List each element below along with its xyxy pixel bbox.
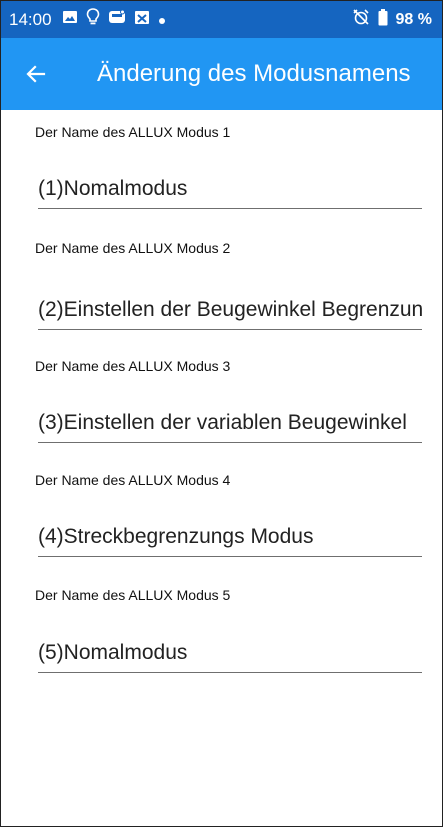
mode-1-field[interactable] — [38, 172, 422, 209]
lightbulb-icon — [86, 8, 100, 31]
mode-5-label: Der Name des ALLUX Modus 5 — [35, 587, 231, 603]
mode-3-field[interactable] — [38, 406, 422, 443]
mode-1-input[interactable] — [38, 172, 422, 206]
alarm-off-icon — [352, 8, 370, 31]
mode-4-input[interactable] — [38, 520, 422, 554]
mode-1-label: Der Name des ALLUX Modus 1 — [35, 124, 231, 140]
battery-icon — [378, 8, 388, 31]
mode-4-field[interactable] — [38, 520, 422, 557]
dot-icon — [158, 10, 166, 30]
mode-4-label: Der Name des ALLUX Modus 4 — [35, 472, 231, 488]
mode-5-input[interactable] — [38, 636, 422, 670]
calendar-icon — [134, 9, 150, 30]
page-title: Änderung des Modusnamens — [97, 60, 411, 87]
app-icon — [108, 9, 126, 30]
status-bar: 14:00 98 % — [1, 1, 442, 38]
arrow-back-icon — [26, 65, 46, 83]
mode-name-form: Der Name des ALLUX Modus 1 Der Name des … — [1, 110, 442, 826]
mode-5-field[interactable] — [38, 636, 422, 673]
system-icons: 98 % — [352, 8, 432, 31]
status-time: 14:00 — [9, 9, 52, 29]
mode-3-input[interactable] — [38, 406, 422, 440]
app-bar: Änderung des Modusnamens — [1, 38, 442, 110]
image-icon — [62, 9, 78, 30]
screen: 14:00 98 % Änderung des Modusnamens Der … — [0, 0, 443, 827]
mode-2-input[interactable] — [38, 293, 422, 327]
notification-icons — [62, 8, 166, 31]
battery-level: 98 % — [395, 10, 432, 28]
mode-2-field[interactable] — [38, 293, 422, 330]
mode-3-label: Der Name des ALLUX Modus 3 — [35, 358, 231, 374]
mode-2-label: Der Name des ALLUX Modus 2 — [35, 240, 231, 256]
back-button[interactable] — [1, 38, 71, 110]
